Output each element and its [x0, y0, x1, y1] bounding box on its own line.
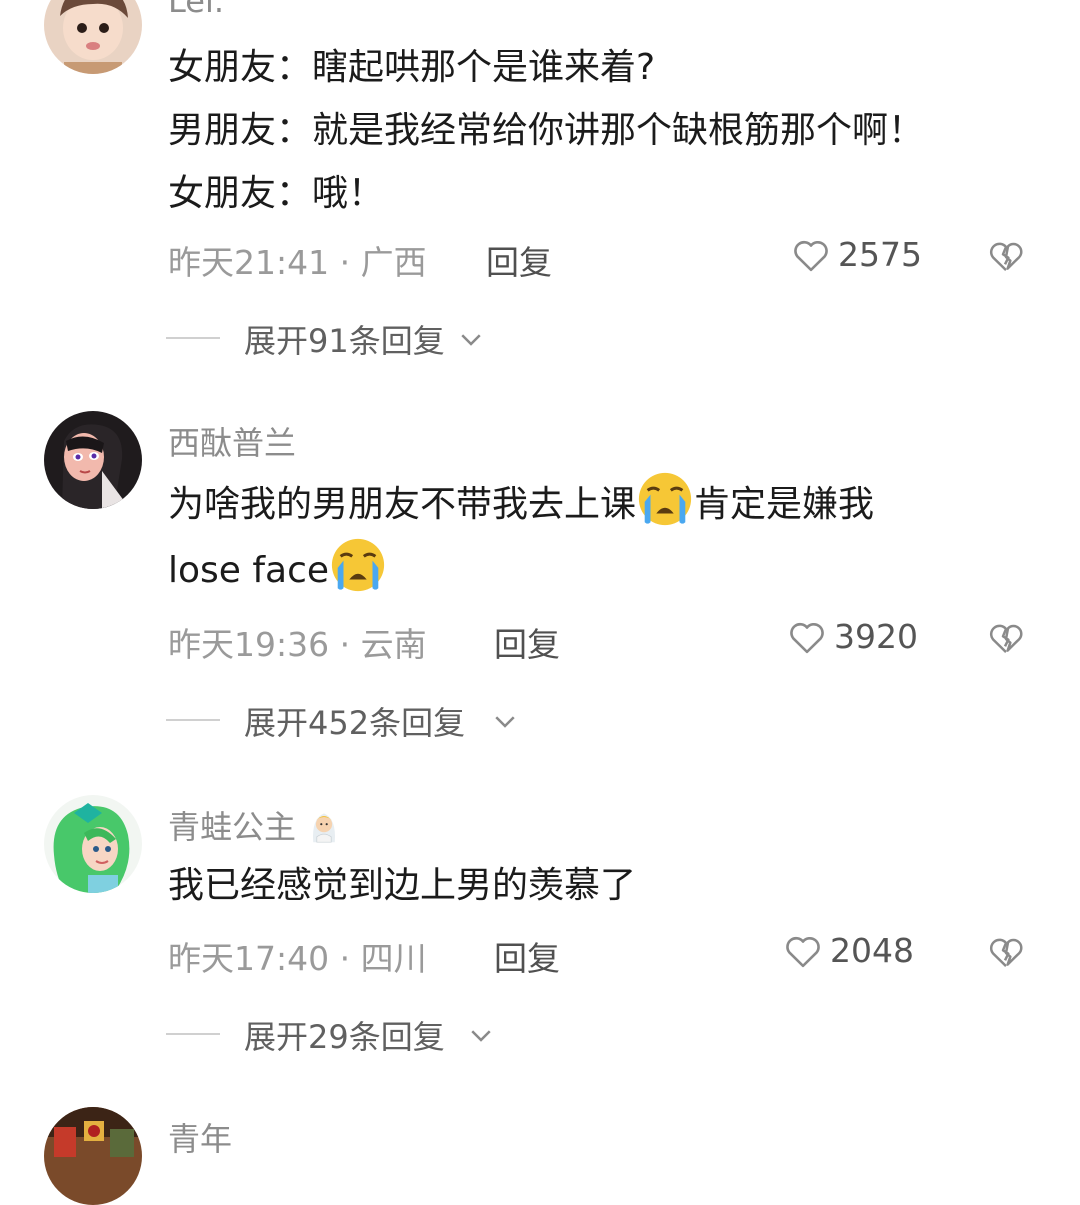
reply-button[interactable]: 回复: [486, 236, 552, 284]
comment-line: 为啥我的男朋友不带我去上课 肯定是嫌我: [168, 470, 1028, 536]
loudly-crying-face-emoji: [329, 536, 387, 594]
username[interactable]: 青蛙公主: [168, 802, 342, 848]
comment-text: 女朋友：瞎起哄那个是谁来着? 男朋友：就是我经常给你讲那个缺根筋那个啊！ 女朋友…: [168, 36, 1028, 225]
loudly-crying-face-emoji: [636, 470, 694, 528]
comment-meta: 昨天19:36 · 云南 回复 3920: [168, 617, 1048, 664]
comment-text-segment: lose face: [168, 550, 330, 591]
dislike-button[interactable]: [986, 617, 1026, 659]
like-count: 2048: [830, 931, 914, 970]
broken-heart-icon: [989, 938, 1023, 968]
avatar[interactable]: [44, 0, 142, 74]
username[interactable]: Lei.: [168, 0, 224, 20]
broken-heart-icon: [989, 624, 1023, 654]
comment-line: 男朋友：就是我经常给你讲那个缺根筋那个啊！: [168, 110, 925, 151]
comment-text-segment: 为啥我的男朋友不带我去上课: [168, 484, 637, 525]
chevron-down-icon: [471, 1030, 491, 1042]
chevron-down-icon: [495, 716, 515, 728]
avatar[interactable]: [44, 1107, 142, 1205]
dislike-button[interactable]: [986, 235, 1026, 277]
comment-time-location: 昨天17:40 · 四川: [168, 939, 427, 978]
comment-text-segment: 肯定是嫌我: [694, 484, 875, 525]
comment-time-location: 昨天19:36 · 云南: [168, 625, 427, 664]
comment-line: 女朋友：哦！: [168, 173, 385, 214]
expand-replies-label: 展开452条回复: [244, 704, 466, 742]
like-count: 2575: [838, 235, 922, 274]
person-with-veil-emoji: [313, 813, 336, 843]
username[interactable]: 西酞普兰: [168, 418, 296, 464]
expand-replies-label: 展开29条回复: [244, 1018, 445, 1056]
comment-line: lose face: [168, 536, 1028, 602]
expand-replies-label: 展开91条回复: [244, 322, 445, 360]
divider: [166, 719, 220, 721]
chevron-down-icon: [461, 334, 481, 346]
divider: [166, 337, 220, 339]
heart-outline-icon: [790, 623, 824, 654]
reply-button[interactable]: 回复: [494, 932, 560, 980]
username[interactable]: 青年: [168, 1114, 232, 1160]
reply-button[interactable]: 回复: [494, 618, 560, 666]
heart-outline-icon: [794, 241, 828, 272]
avatar[interactable]: [44, 795, 142, 893]
comment-line: 女朋友：瞎起哄那个是谁来着?: [168, 47, 656, 88]
dislike-button[interactable]: [986, 931, 1026, 973]
comment-meta: 昨天21:41 · 广西 回复 2575: [168, 235, 1048, 282]
comment-text: 我已经感觉到边上男的羡慕了: [168, 854, 1028, 917]
like-count: 3920: [834, 617, 918, 656]
heart-outline-icon: [786, 937, 820, 968]
comment-line: 我已经感觉到边上男的羡慕了: [168, 865, 637, 906]
broken-heart-icon: [989, 242, 1023, 272]
divider: [166, 1033, 220, 1035]
comment-time-location: 昨天21:41 · 广西: [168, 243, 427, 282]
comment-text: 为啥我的男朋友不带我去上课 肯定是嫌我 lose face: [168, 470, 1028, 602]
username-text: 青蛙公主: [168, 808, 297, 846]
comment-meta: 昨天17:40 · 四川 回复 2048: [168, 931, 1048, 978]
avatar[interactable]: [44, 411, 142, 509]
